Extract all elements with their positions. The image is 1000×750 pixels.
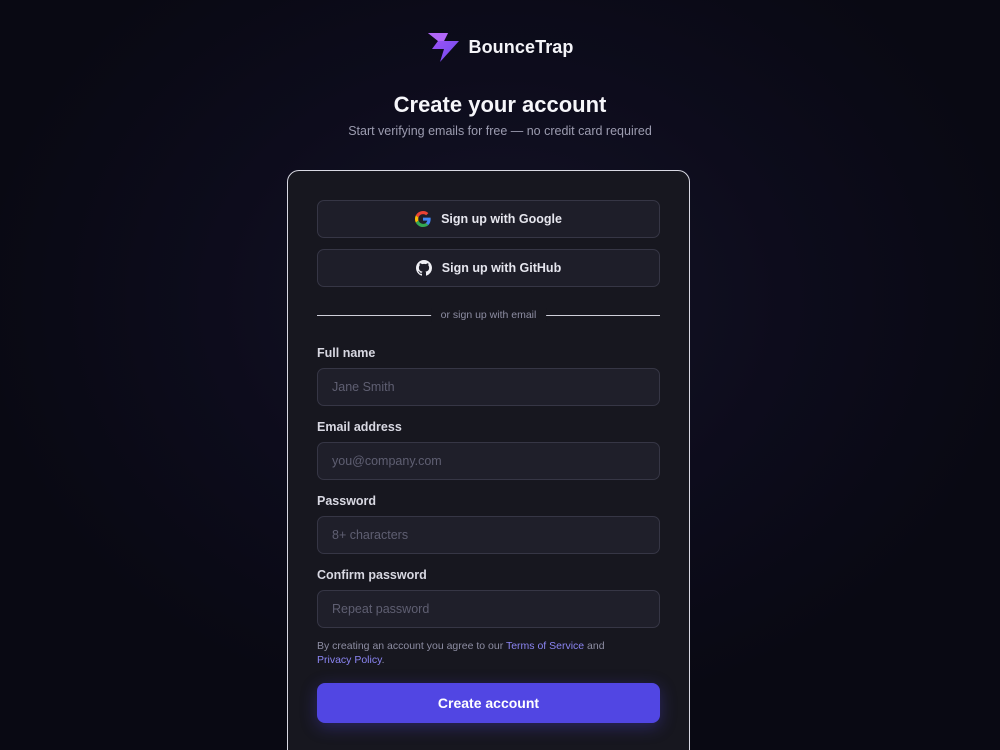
confirm-password-input[interactable] <box>317 590 660 628</box>
privacy-policy-link[interactable]: Privacy Policy <box>317 654 382 666</box>
signup-card: Sign up with Google Sign up with GitHub … <box>287 170 690 750</box>
google-signup-label: Sign up with Google <box>441 212 562 226</box>
terms-middle: and <box>584 640 605 652</box>
password-label: Password <box>317 494 377 508</box>
github-icon <box>415 260 432 276</box>
terms-notice: By creating an account you agree to our … <box>317 639 660 667</box>
full-name-label: Full name <box>317 346 376 360</box>
page-title: Create your account <box>393 92 607 117</box>
create-account-button[interactable]: Create account <box>317 683 660 723</box>
confirm-password-field: Confirm password <box>317 568 660 628</box>
page-subtitle: Start verifying emails for free — no cre… <box>348 124 652 138</box>
lightning-bolt-icon <box>428 33 460 62</box>
email-field: Email address <box>317 420 660 480</box>
email-input[interactable] <box>317 442 660 480</box>
password-field: Password <box>317 494 660 554</box>
google-icon <box>415 211 431 227</box>
email-divider: or sign up with email <box>317 308 660 322</box>
full-name-input[interactable] <box>317 368 660 406</box>
confirm-password-label: Confirm password <box>317 568 427 582</box>
github-signup-button[interactable]: Sign up with GitHub <box>317 249 660 287</box>
google-signup-button[interactable]: Sign up with Google <box>317 200 660 238</box>
brand-name: BounceTrap <box>468 36 574 57</box>
full-name-field: Full name <box>317 346 660 406</box>
brand-header: BounceTrap <box>0 30 1000 64</box>
terms-prefix: By creating an account you agree to our <box>317 640 506 652</box>
github-signup-label: Sign up with GitHub <box>441 261 562 275</box>
terms-suffix: . <box>381 654 385 666</box>
divider-text: or sign up with email <box>430 308 547 322</box>
password-input[interactable] <box>317 516 660 554</box>
email-label: Email address <box>317 420 402 434</box>
terms-of-service-link[interactable]: Terms of Service <box>506 640 584 652</box>
